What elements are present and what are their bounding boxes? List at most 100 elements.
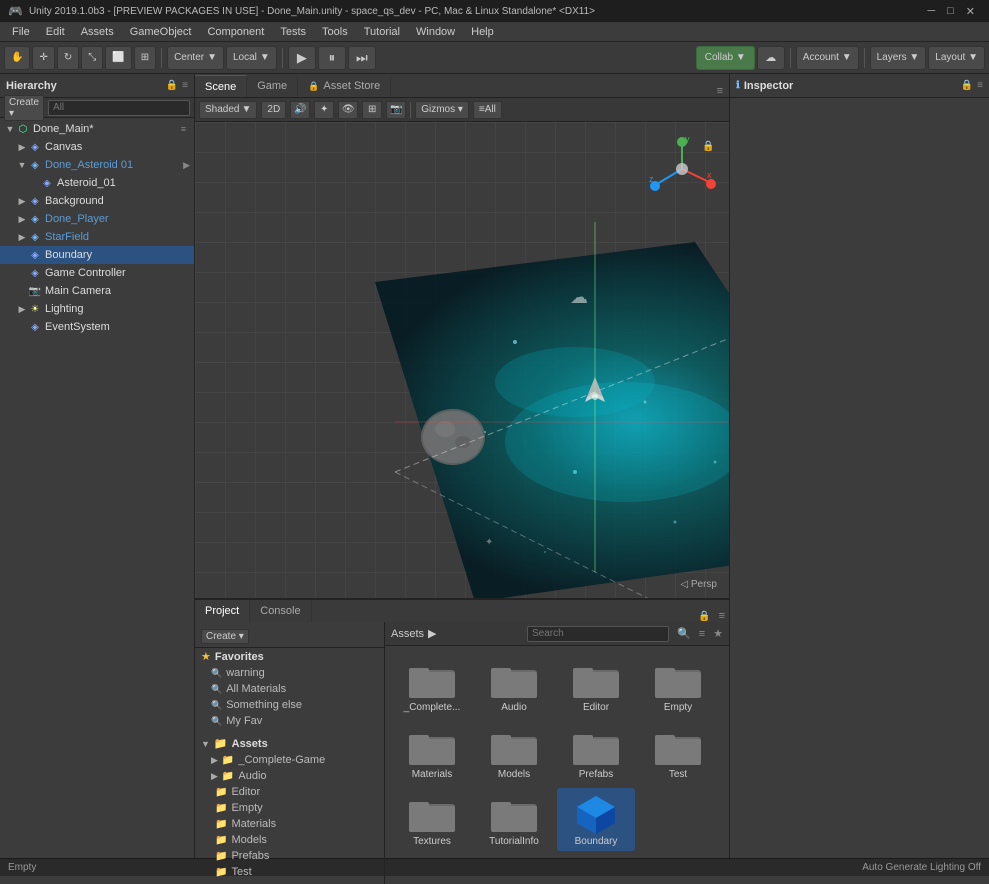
hierarchy-item-asteroid01[interactable]: ◈ Asteroid_01 bbox=[0, 174, 194, 192]
assets-item-complete-game[interactable]: ▶ 📁 _Complete-Game bbox=[195, 752, 384, 768]
inspector-menu-icon[interactable]: ≡ bbox=[977, 80, 983, 91]
folder-editor[interactable]: Editor bbox=[557, 654, 635, 717]
asset-store-tab[interactable]: 🔒 Asset Store bbox=[298, 75, 391, 97]
layers-dropdown[interactable]: Layers ▼ bbox=[870, 46, 927, 70]
step-btn[interactable]: ⏭ bbox=[348, 46, 376, 70]
center-dropdown[interactable]: Center ▼ bbox=[167, 46, 224, 70]
filter-icon[interactable]: ≡ bbox=[699, 628, 705, 640]
pause-btn[interactable]: ⏸ bbox=[318, 46, 346, 70]
menu-window[interactable]: Window bbox=[408, 24, 463, 40]
folder-boundary-asset[interactable]: Boundary bbox=[557, 788, 635, 851]
2d-btn[interactable]: 2D bbox=[261, 101, 286, 119]
scene-viewport[interactable]: y x z 🔒 ◁ Persp ☁ bbox=[195, 122, 729, 598]
hand-tool-btn[interactable]: ✋ bbox=[4, 46, 30, 70]
favorites-header[interactable]: ★ Favorites bbox=[195, 648, 384, 665]
local-dropdown[interactable]: Local ▼ bbox=[226, 46, 277, 70]
collab-btn[interactable]: Collab ▼ bbox=[696, 46, 755, 70]
star-filter-icon[interactable]: ★ bbox=[713, 627, 723, 640]
all-layers-dropdown[interactable]: ≡All bbox=[473, 101, 502, 119]
bottom-panel-lock-icon[interactable]: 🔒 bbox=[694, 611, 714, 622]
maximize-btn[interactable]: □ bbox=[941, 5, 960, 17]
asset-search-input[interactable] bbox=[527, 626, 669, 642]
folder-audio[interactable]: Audio bbox=[475, 654, 553, 717]
hierarchy-lock-icon[interactable]: 🔒 bbox=[166, 80, 178, 91]
folder-textures[interactable]: Textures bbox=[393, 788, 471, 851]
rect-tool-btn[interactable]: ⬜ bbox=[105, 46, 131, 70]
layout-dropdown[interactable]: Layout ▼ bbox=[928, 46, 985, 70]
minimize-btn[interactable]: ─ bbox=[921, 5, 941, 17]
menu-tools[interactable]: Tools bbox=[314, 24, 356, 40]
hierarchy-menu-icon[interactable]: ≡ bbox=[182, 80, 188, 91]
assets-item-empty[interactable]: 📁 Empty bbox=[195, 800, 384, 816]
menu-gameobject[interactable]: GameObject bbox=[122, 24, 200, 40]
hierarchy-create-btn[interactable]: Create ▾ bbox=[4, 95, 44, 121]
rotate-tool-btn[interactable]: ↻ bbox=[57, 46, 79, 70]
close-btn[interactable]: ✕ bbox=[960, 5, 981, 18]
hierarchy-item-lighting[interactable]: ▶ ☀ Lighting bbox=[0, 300, 194, 318]
hierarchy-item-main-camera[interactable]: 📷 Main Camera bbox=[0, 282, 194, 300]
folder-complete-game[interactable]: _Complete... bbox=[393, 654, 471, 717]
play-btn[interactable]: ▶ bbox=[288, 46, 316, 70]
hierarchy-item-done-asteroid[interactable]: ▼ ◈ Done_Asteroid 01 ▶ bbox=[0, 156, 194, 174]
transform-tool-btn[interactable]: ⊞ bbox=[134, 46, 156, 70]
scene-tab[interactable]: Scene bbox=[195, 75, 247, 97]
effects-btn[interactable]: ✦ bbox=[314, 101, 334, 119]
hierarchy-item-starfield[interactable]: ▶ ◈ StarField bbox=[0, 228, 194, 246]
assets-item-test[interactable]: 📁 Test bbox=[195, 864, 384, 880]
menu-component[interactable]: Component bbox=[199, 24, 272, 40]
folder-prefabs[interactable]: Prefabs bbox=[557, 721, 635, 784]
assets-item-prefabs[interactable]: 📁 Prefabs bbox=[195, 848, 384, 864]
camera-icon: 📷 bbox=[28, 284, 42, 298]
move-tool-btn[interactable]: ✛ bbox=[32, 46, 54, 70]
arrow-icon: ▼ bbox=[4, 124, 16, 134]
favorites-warning[interactable]: 🔍 warning bbox=[195, 665, 384, 681]
bottom-panel-menu-icon[interactable]: ≡ bbox=[715, 610, 729, 622]
hierarchy-item-boundary[interactable]: ◈ Boundary bbox=[0, 246, 194, 264]
scale-tool-btn[interactable]: ⤡ bbox=[81, 46, 103, 70]
favorites-my-fav[interactable]: 🔍 My Fav bbox=[195, 713, 384, 729]
account-dropdown[interactable]: Account ▼ bbox=[796, 46, 859, 70]
folder-models[interactable]: Models bbox=[475, 721, 553, 784]
folder-empty[interactable]: Empty bbox=[639, 654, 717, 717]
grid-btn[interactable]: ⊞ bbox=[362, 101, 382, 119]
favorites-something-else[interactable]: 🔍 Something else bbox=[195, 697, 384, 713]
assets-item-audio[interactable]: ▶ 📁 Audio bbox=[195, 768, 384, 784]
assets-tree-header[interactable]: ▼ 📁 Assets bbox=[195, 735, 384, 752]
options-icon[interactable]: ≡ bbox=[181, 124, 190, 134]
hierarchy-item-background[interactable]: ▶ ◈ Background bbox=[0, 192, 194, 210]
hierarchy-item-game-controller[interactable]: ◈ Game Controller bbox=[0, 264, 194, 282]
gizmos-dropdown[interactable]: Gizmos ▾ bbox=[415, 101, 469, 119]
cloud-btn[interactable]: ☁ bbox=[757, 46, 785, 70]
scene-panel-menu-icon[interactable]: ≡ bbox=[711, 85, 729, 97]
hierarchy-search-input[interactable] bbox=[48, 100, 190, 116]
assets-item-editor[interactable]: 📁 Editor bbox=[195, 784, 384, 800]
audio-btn[interactable]: 🔊 bbox=[290, 101, 310, 119]
hierarchy-item-done-player[interactable]: ▶ ◈ Done_Player bbox=[0, 210, 194, 228]
folder-tutorialinfo[interactable]: TutorialInfo bbox=[475, 788, 553, 851]
menu-assets[interactable]: Assets bbox=[73, 24, 122, 40]
shading-dropdown[interactable]: Shaded▼ bbox=[199, 101, 257, 119]
menu-edit[interactable]: Edit bbox=[38, 24, 73, 40]
menu-file[interactable]: File bbox=[4, 24, 38, 40]
menu-tests[interactable]: Tests bbox=[272, 24, 314, 40]
inspector-lock-icon[interactable]: 🔒 bbox=[961, 80, 973, 91]
hierarchy-item-done-main[interactable]: ▼ ⬡ Done_Main* ≡ bbox=[0, 120, 194, 138]
hierarchy-item-canvas[interactable]: ▶ ◈ Canvas bbox=[0, 138, 194, 156]
project-tab[interactable]: Project bbox=[195, 600, 250, 622]
bottom-tabs: Project Console 🔒 ≡ bbox=[195, 600, 729, 622]
scene-view-btn[interactable]: 📷 bbox=[386, 101, 406, 119]
console-tab[interactable]: Console bbox=[250, 600, 311, 622]
hierarchy-item-eventsystem[interactable]: ◈ EventSystem bbox=[0, 318, 194, 336]
folder-test[interactable]: Test bbox=[639, 721, 717, 784]
favorites-all-materials[interactable]: 🔍 All Materials bbox=[195, 681, 384, 697]
assets-item-materials[interactable]: 📁 Materials bbox=[195, 816, 384, 832]
folder-materials[interactable]: Materials bbox=[393, 721, 471, 784]
prefab-arrow-icon[interactable]: ▶ bbox=[183, 160, 190, 171]
project-create-btn[interactable]: Create ▾ bbox=[201, 629, 249, 644]
menu-tutorial[interactable]: Tutorial bbox=[356, 24, 408, 40]
menu-help[interactable]: Help bbox=[463, 24, 502, 40]
visibility-btn[interactable]: 👁 bbox=[338, 101, 358, 119]
game-tab[interactable]: Game bbox=[247, 75, 298, 97]
assets-item-models[interactable]: 📁 Models bbox=[195, 832, 384, 848]
search-icon[interactable]: 🔍 bbox=[677, 627, 691, 640]
